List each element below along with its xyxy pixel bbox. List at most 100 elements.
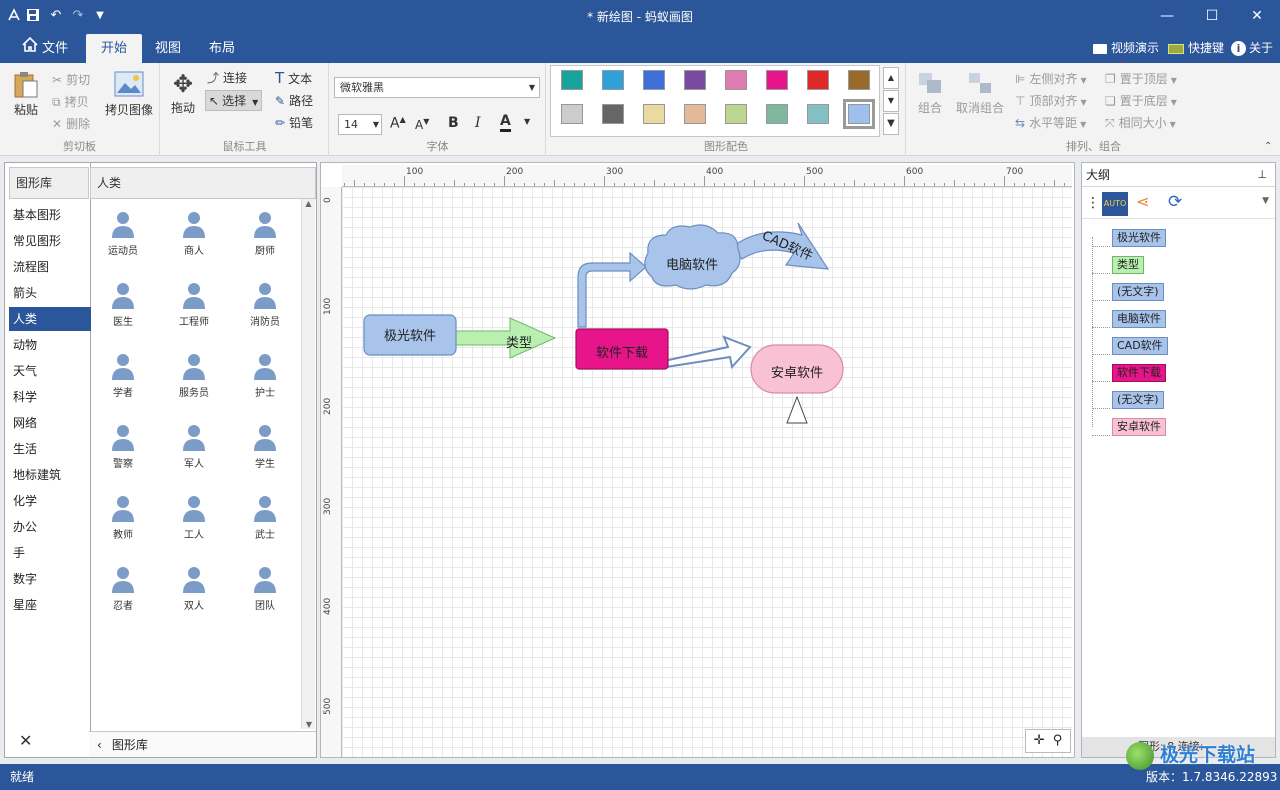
- shape-item[interactable]: 学者: [93, 347, 153, 409]
- pin-icon[interactable]: ⊥: [1257, 163, 1267, 187]
- select-button[interactable]: ↖ 选择 ▼: [205, 90, 263, 111]
- shape-item[interactable]: 教师: [93, 489, 153, 551]
- outline-node[interactable]: 安卓软件: [1112, 418, 1166, 436]
- font-color-button[interactable]: A: [500, 113, 511, 132]
- category-item[interactable]: 常见图形: [9, 229, 91, 253]
- color-swatch[interactable]: [684, 104, 706, 124]
- outline-node[interactable]: (无文字): [1112, 391, 1164, 409]
- h-spacing-button[interactable]: ⇆ 水平等距 ▼: [1015, 114, 1086, 131]
- move-icon[interactable]: ✛: [1034, 733, 1045, 748]
- font-size-select[interactable]: 14 ▼: [338, 114, 382, 135]
- italic-button[interactable]: I: [475, 115, 481, 131]
- category-item[interactable]: 星座: [9, 593, 91, 617]
- maximize-button[interactable]: ☐: [1197, 4, 1227, 28]
- color-swatch[interactable]: [684, 70, 706, 90]
- category-item[interactable]: 办公: [9, 515, 91, 539]
- color-swatch[interactable]: [602, 70, 624, 90]
- font-grow-button[interactable]: A▲: [390, 115, 406, 132]
- shape-item[interactable]: 医生: [93, 276, 153, 338]
- zoom-control[interactable]: ✛ ⚲: [1025, 729, 1071, 753]
- font-color-dropdown[interactable]: ▼: [524, 117, 530, 126]
- refresh-icon[interactable]: ⟳: [1168, 192, 1182, 212]
- close-button[interactable]: ✕: [1242, 4, 1272, 28]
- share-icon[interactable]: ⋖: [1136, 192, 1149, 211]
- ungroup-button[interactable]: 取消组合: [953, 71, 1007, 116]
- shape-item[interactable]: 厨师: [235, 205, 295, 267]
- color-swatch[interactable]: [725, 70, 747, 90]
- shape-item[interactable]: 团队: [235, 560, 295, 622]
- shape-item[interactable]: 警察: [93, 418, 153, 480]
- font-family-select[interactable]: 微软雅黑 ▼: [334, 77, 540, 98]
- outline-node[interactable]: 极光软件: [1112, 229, 1166, 247]
- close-library-icon[interactable]: ✕: [19, 731, 32, 750]
- double-arrow-shape[interactable]: [662, 335, 752, 370]
- library-footer[interactable]: ‹ 图形库: [89, 731, 316, 757]
- category-item[interactable]: 科学: [9, 385, 91, 409]
- bring-front-button[interactable]: ❐ 置于顶层 ▼: [1105, 70, 1177, 87]
- shape-item[interactable]: 商人: [164, 205, 224, 267]
- color-swatch[interactable]: [807, 104, 829, 124]
- color-swatch[interactable]: [766, 104, 788, 124]
- text-tool-button[interactable]: T 文本: [275, 69, 312, 87]
- shape-item[interactable]: 护士: [235, 347, 295, 409]
- align-top-button[interactable]: ⊤ 顶部对齐 ▼: [1015, 92, 1087, 109]
- shape-item[interactable]: 运动员: [93, 205, 153, 267]
- paste-button[interactable]: 粘贴: [8, 71, 44, 118]
- tab-home[interactable]: 开始: [86, 34, 142, 63]
- connect-button[interactable]: ⤴ 连接: [207, 69, 247, 86]
- minimize-button[interactable]: —: [1152, 4, 1182, 28]
- outline-node[interactable]: CAD软件: [1112, 337, 1168, 355]
- tab-file[interactable]: 文件: [14, 34, 76, 63]
- shape-item[interactable]: 工人: [164, 489, 224, 551]
- pencil-tool-button[interactable]: ✏ 铅笔: [275, 114, 313, 131]
- shape-item[interactable]: 服务员: [164, 347, 224, 409]
- category-item[interactable]: 箭头: [9, 281, 91, 305]
- color-swatch[interactable]: [843, 99, 875, 129]
- shape-item[interactable]: 工程师: [164, 276, 224, 338]
- zoom-search-icon[interactable]: ⚲: [1053, 733, 1063, 748]
- tab-view[interactable]: 视图: [146, 34, 190, 63]
- bold-button[interactable]: B: [448, 115, 459, 131]
- tab-layout[interactable]: 布局: [200, 34, 244, 63]
- shape-item[interactable]: 军人: [164, 418, 224, 480]
- category-item[interactable]: 动物: [9, 333, 91, 357]
- color-swatch[interactable]: [848, 70, 870, 90]
- align-left-button[interactable]: ⊫ 左侧对齐 ▼: [1015, 70, 1087, 87]
- category-item[interactable]: 化学: [9, 489, 91, 513]
- path-tool-button[interactable]: ✎ 路径: [275, 92, 313, 109]
- outline-node[interactable]: 电脑软件: [1112, 310, 1166, 328]
- shape-item[interactable]: 消防员: [235, 276, 295, 338]
- shape-item[interactable]: 忍者: [93, 560, 153, 622]
- outline-node[interactable]: 类型: [1112, 256, 1144, 274]
- outline-menu-icon[interactable]: ▼: [1262, 196, 1269, 206]
- font-shrink-button[interactable]: A▼: [415, 117, 429, 132]
- triangle-shape[interactable]: [786, 395, 808, 424]
- color-swatch[interactable]: [766, 70, 788, 90]
- color-swatch[interactable]: [807, 70, 829, 90]
- category-item[interactable]: 手: [9, 541, 91, 565]
- palette-scroll-down[interactable]: ▼: [883, 90, 899, 112]
- shape-item[interactable]: 双人: [164, 560, 224, 622]
- about-button[interactable]: i 关于: [1231, 39, 1273, 57]
- same-size-button[interactable]: ⤧ 相同大小 ▼: [1105, 114, 1176, 131]
- category-item[interactable]: 网络: [9, 411, 91, 435]
- palette-scroll-up[interactable]: ▲: [883, 67, 899, 89]
- category-item[interactable]: 生活: [9, 437, 91, 461]
- drawing-canvas[interactable]: 100 200 300 400 500 600 700 0 100 200 300 400 500: [320, 162, 1075, 758]
- category-item[interactable]: 基本图形: [9, 203, 91, 227]
- color-swatch[interactable]: [643, 104, 665, 124]
- delete-button[interactable]: ✕ 删除: [52, 115, 90, 132]
- category-item[interactable]: 人类: [9, 307, 91, 331]
- copy-button[interactable]: ⧉ 拷贝: [52, 93, 89, 110]
- group-button[interactable]: 组合: [913, 71, 947, 116]
- color-swatch[interactable]: [561, 104, 583, 124]
- copy-image-button[interactable]: 拷贝图像: [103, 71, 155, 118]
- color-swatch[interactable]: [643, 70, 665, 90]
- video-demo-button[interactable]: 视频演示: [1093, 39, 1159, 57]
- shape-scrollbar[interactable]: ▲ ▼: [301, 199, 315, 729]
- category-item[interactable]: 流程图: [9, 255, 91, 279]
- auto-layout-icon[interactable]: AUTO: [1102, 192, 1128, 216]
- color-swatch[interactable]: [561, 70, 583, 90]
- category-item[interactable]: 数字: [9, 567, 91, 591]
- drag-button[interactable]: ✥ 拖动: [166, 69, 200, 116]
